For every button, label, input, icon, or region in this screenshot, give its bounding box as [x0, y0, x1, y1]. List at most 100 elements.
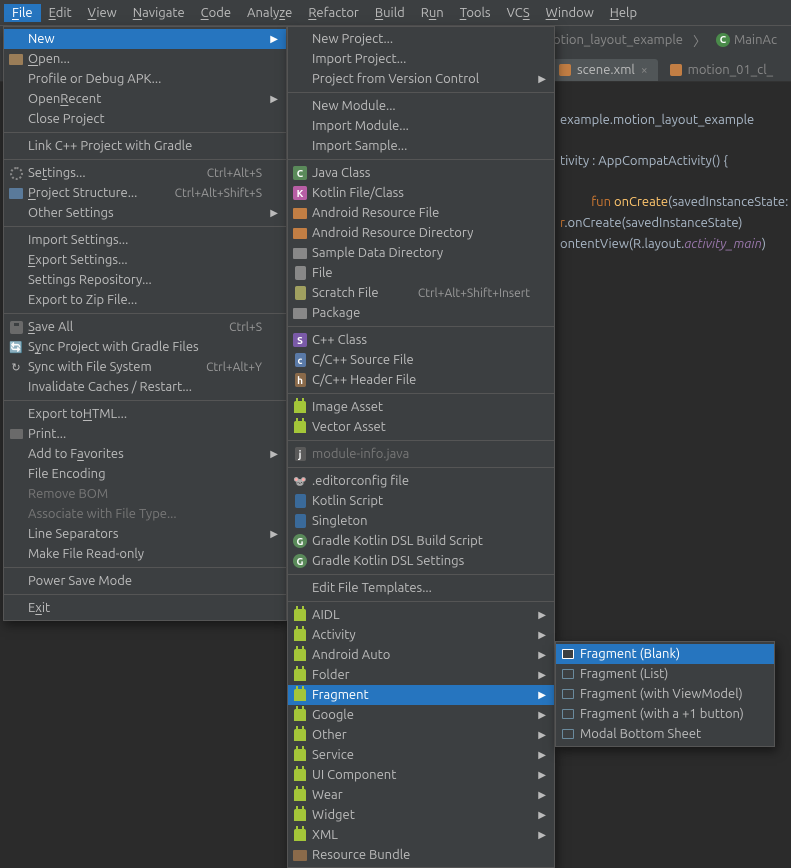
file-open[interactable]: Open... — [4, 49, 286, 69]
singleton-icon — [292, 513, 308, 529]
new-editorconfig[interactable]: 🐭.editorconfig file — [288, 471, 554, 491]
file-power-save[interactable]: Power Save Mode — [4, 571, 286, 591]
new-xml[interactable]: XML▶ — [288, 825, 554, 845]
file-line-separators[interactable]: Line Separators▶ — [4, 524, 286, 544]
menu-build[interactable]: Build — [367, 4, 413, 22]
menu-help[interactable]: Help — [602, 4, 645, 22]
fragment-blank[interactable]: Fragment (Blank) — [556, 644, 774, 664]
new-module[interactable]: New Module... — [288, 96, 554, 116]
file-encoding[interactable]: File Encoding — [4, 464, 286, 484]
file-settings[interactable]: Settings...Ctrl+Alt+S — [4, 163, 286, 183]
new-android-resource-file[interactable]: Android Resource File — [288, 203, 554, 223]
new-image-asset[interactable]: Image Asset — [288, 397, 554, 417]
fragment-modal-bottom-sheet[interactable]: Modal Bottom Sheet — [556, 724, 774, 744]
new-import-sample[interactable]: Import Sample... — [288, 136, 554, 156]
new-resource-bundle[interactable]: Resource Bundle — [288, 845, 554, 865]
file-exit[interactable]: Exit — [4, 598, 286, 618]
new-android-resource-dir[interactable]: Android Resource Directory — [288, 223, 554, 243]
file-profile-apk[interactable]: Profile or Debug APK... — [4, 69, 286, 89]
new-folder[interactable]: Folder▶ — [288, 665, 554, 685]
submenu-arrow-icon: ▶ — [270, 448, 278, 460]
new-edit-templates[interactable]: Edit File Templates... — [288, 578, 554, 598]
file-readonly[interactable]: Make File Read-only — [4, 544, 286, 564]
new-from-vcs[interactable]: Project from Version Control▶ — [288, 69, 554, 89]
fragment-submenu: Fragment (Blank) Fragment (List) Fragmen… — [555, 641, 775, 747]
gradle-icon: G — [292, 553, 308, 569]
cpp-icon: S — [292, 332, 308, 348]
menu-vcs[interactable]: VCS — [499, 4, 538, 22]
file-print[interactable]: Print... — [4, 424, 286, 444]
menu-tools[interactable]: Tools — [452, 4, 499, 22]
file-icon — [559, 64, 571, 76]
file-link-cpp[interactable]: Link C++ Project with Gradle — [4, 136, 286, 156]
file-save-all[interactable]: Save AllCtrl+S — [4, 317, 286, 337]
file-add-favorites[interactable]: Add to Favorites▶ — [4, 444, 286, 464]
menu-code[interactable]: Code — [193, 4, 239, 22]
file-open-recent[interactable]: Open Recent▶ — [4, 89, 286, 109]
new-widget[interactable]: Widget▶ — [288, 805, 554, 825]
new-other[interactable]: Other▶ — [288, 725, 554, 745]
submenu-arrow-icon: ▶ — [538, 789, 546, 801]
close-icon[interactable]: × — [641, 64, 648, 77]
new-submenu: New Project... Import Project... Project… — [287, 26, 555, 868]
new-aidl[interactable]: AIDL▶ — [288, 605, 554, 625]
new-kotlin-file[interactable]: KKotlin File/Class — [288, 183, 554, 203]
new-file[interactable]: File — [288, 263, 554, 283]
file-invalidate-caches[interactable]: Invalidate Caches / Restart... — [4, 377, 286, 397]
file-sync-fs[interactable]: ↻Sync with File SystemCtrl+Alt+Y — [4, 357, 286, 377]
new-android-auto[interactable]: Android Auto▶ — [288, 645, 554, 665]
fragment-list[interactable]: Fragment (List) — [556, 664, 774, 684]
submenu-arrow-icon: ▶ — [538, 689, 546, 701]
new-ui-component[interactable]: UI Component▶ — [288, 765, 554, 785]
new-singleton[interactable]: Singleton — [288, 511, 554, 531]
new-fragment[interactable]: Fragment▶ — [288, 685, 554, 705]
fragment-plus1[interactable]: Fragment (with a +1 button) — [556, 704, 774, 724]
new-gradle-kotlin-build[interactable]: GGradle Kotlin DSL Build Script — [288, 531, 554, 551]
new-gradle-kotlin-settings[interactable]: GGradle Kotlin DSL Settings — [288, 551, 554, 571]
new-java-class[interactable]: CJava Class — [288, 163, 554, 183]
breadcrumb-class[interactable]: C MainAc — [710, 31, 783, 49]
file-close-project[interactable]: Close Project — [4, 109, 286, 129]
file-export-html[interactable]: Export to HTML... — [4, 404, 286, 424]
tab-scene[interactable]: scene.xml × — [549, 59, 658, 81]
file-new[interactable]: New▶ — [4, 29, 286, 49]
new-package[interactable]: Package — [288, 303, 554, 323]
menu-window[interactable]: Window — [538, 4, 602, 22]
file-icon — [670, 64, 682, 76]
new-cpp-class[interactable]: SC++ Class — [288, 330, 554, 350]
new-cpp-source[interactable]: cC/C++ Source File — [288, 350, 554, 370]
menu-refactor[interactable]: Refactor — [300, 4, 367, 22]
file-settings-repo[interactable]: Settings Repository... — [4, 270, 286, 290]
new-activity[interactable]: Activity▶ — [288, 625, 554, 645]
editorconfig-icon: 🐭 — [292, 473, 308, 489]
new-service[interactable]: Service▶ — [288, 745, 554, 765]
android-icon — [292, 727, 308, 743]
menu-view[interactable]: View — [80, 4, 125, 22]
menu-file[interactable]: File — [4, 4, 41, 22]
menu-navigate[interactable]: Navigate — [125, 4, 193, 22]
breadcrumb-label: MainAc — [734, 33, 777, 47]
new-vector-asset[interactable]: Vector Asset — [288, 417, 554, 437]
new-cpp-header[interactable]: hC/C++ Header File — [288, 370, 554, 390]
new-import-module[interactable]: Import Module... — [288, 116, 554, 136]
fragment-viewmodel[interactable]: Fragment (with ViewModel) — [556, 684, 774, 704]
new-kotlin-script[interactable]: Kotlin Script — [288, 491, 554, 511]
kotlin-icon: K — [292, 185, 308, 201]
new-import-project[interactable]: Import Project... — [288, 49, 554, 69]
new-google[interactable]: Google▶ — [288, 705, 554, 725]
new-sample-data-dir[interactable]: Sample Data Directory — [288, 243, 554, 263]
file-import-settings[interactable]: Import Settings... — [4, 230, 286, 250]
file-export-zip[interactable]: Export to Zip File... — [4, 290, 286, 310]
file-sync-gradle[interactable]: 🔄Sync Project with Gradle Files — [4, 337, 286, 357]
menu-analyze[interactable]: Analyze — [239, 4, 300, 22]
file-export-settings[interactable]: Export Settings... — [4, 250, 286, 270]
file-project-structure[interactable]: Project Structure...Ctrl+Alt+Shift+S — [4, 183, 286, 203]
package-icon — [292, 305, 308, 321]
file-other-settings[interactable]: Other Settings▶ — [4, 203, 286, 223]
menu-run[interactable]: Run — [413, 4, 452, 22]
menu-edit[interactable]: Edit — [41, 4, 80, 22]
new-project[interactable]: New Project... — [288, 29, 554, 49]
new-wear[interactable]: Wear▶ — [288, 785, 554, 805]
new-scratch-file[interactable]: Scratch FileCtrl+Alt+Shift+Insert — [288, 283, 554, 303]
tab-motion[interactable]: motion_01_cl_ — [660, 59, 783, 81]
